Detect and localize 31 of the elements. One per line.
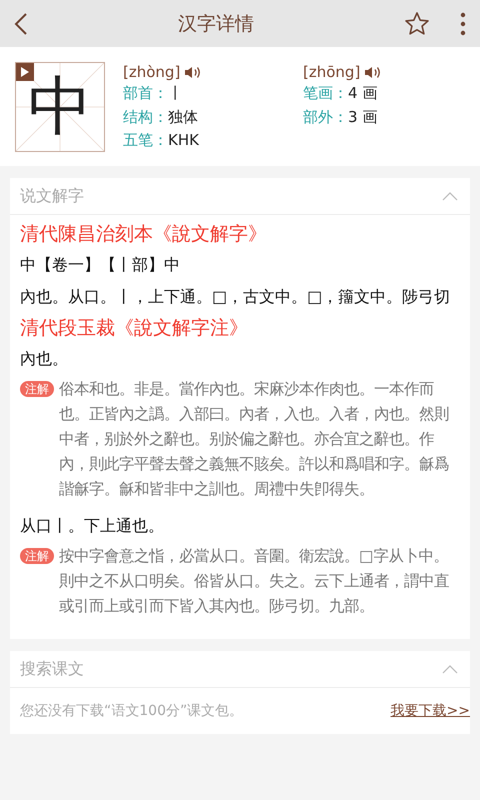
source-heading: 清代陳昌治刻本《說文解字》 <box>20 222 268 247</box>
character-glyph: 中 <box>28 75 92 139</box>
play-icon <box>20 66 30 78</box>
definition-text: 內也。 <box>20 348 69 370</box>
section-title: 搜索课文 <box>20 658 84 680</box>
speaker-icon[interactable] <box>364 66 382 79</box>
definition-text: 中【卷一】【丨部】中 <box>20 254 181 276</box>
field-label: 部外： <box>303 108 348 128</box>
speaker-icon[interactable] <box>184 66 202 79</box>
field-label: 五笔： <box>123 130 168 151</box>
field-label: 结构： <box>123 108 168 128</box>
annotation-badge: 注解 <box>20 548 54 564</box>
field-value: 3 画 <box>348 108 378 128</box>
field-value: 4 画 <box>348 84 378 104</box>
download-link[interactable]: 我要下载>> <box>390 702 470 720</box>
page-title: 汉字详情 <box>177 12 255 36</box>
annotation-text: 按中字會意之恉，必當从口。音圍。衛宏說。□字从卜中。則中之不从口明矣。俗皆从口。失之。云下上通者，謂中直或引而上或引而下皆入其內也。陟弓切。九部。 <box>59 546 450 617</box>
empty-message: 您还没有下载“语文100分”课文包。 <box>20 702 244 720</box>
field-value: KHK <box>168 130 199 151</box>
annotation-badge: 注解 <box>20 381 54 397</box>
field-label: 笔画： <box>303 84 348 104</box>
field-value: 独体 <box>168 108 198 128</box>
pinyin-reading: [zhòng] <box>123 63 180 82</box>
section-title: 说文解字 <box>20 186 84 206</box>
source-heading: 清代段玉裁《說文解字注》 <box>20 316 249 341</box>
definition-text: 內也。从口。丨，上下通。□，古文中。□，籒文中。陟弓切 <box>20 286 452 308</box>
pinyin-reading: [zhōng] <box>303 63 360 82</box>
definition-text: 从口丨。下上通也。 <box>20 515 165 537</box>
annotation-text: 俗本和也。非是。當作內也。宋麻沙本作肉也。一本作而也。正皆內之譌。入部曰。內者，入也。入者，內也。然則中者，别於外之辭也。别於偏之辭也。亦合宜之辭也。作內，則此字平聲去聲之義無不賅矣。許以和爲唱和字。龢爲諧龢字。龢和皆非中之訓也。周禮中失卽得失。 <box>59 379 450 500</box>
field-label: 部首： <box>123 84 168 104</box>
field-value: 丨 <box>168 84 183 104</box>
